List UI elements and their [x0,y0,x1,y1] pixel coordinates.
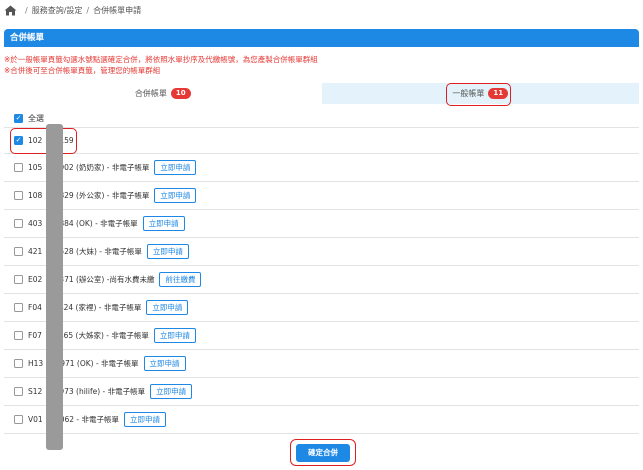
list-item[interactable]: V01 062 - 非電子帳單 立即申請 [4,406,639,434]
apply-ebill-button[interactable]: 立即申請 [146,300,189,315]
list-item[interactable]: 403 884 (OK) - 非電子帳單 立即申請 [4,210,639,238]
apply-ebill-button[interactable]: 立即申請 [123,412,166,427]
list-item[interactable]: F04 424 (家裡) - 非電子帳單 立即申請 [4,294,639,322]
apply-ebill-button[interactable]: 立即申請 [142,216,185,231]
panel-title: 合併帳單 [4,29,639,47]
apply-ebill-button[interactable]: 立即申請 [143,356,186,371]
list-item[interactable]: S12 973 (hilife) - 非電子帳單 立即申請 [4,378,639,406]
list-item[interactable]: E02 371 (辦公室) -尚有水費未繳 前往繳費 [4,266,639,294]
tab-bar: 合併帳單 10 一般帳單 11 [4,83,639,104]
apply-ebill-button[interactable]: 立即申請 [153,328,196,343]
account-checkbox[interactable] [14,219,23,228]
notice-line-2: ※合併後可至合併帳單頁籤，管理您的帳單群組 [4,66,161,75]
confirm-merge-button[interactable]: 確定合併 [296,443,350,462]
notice-line-1: ※於一般帳單頁籤勾選水號點選確定合併，將依照水單抄序及代繳帳號，為您產製合併帳單… [4,55,318,64]
account-list: ✓ 全選 ✓ 102 159 105 902 (奶奶家) - 非電子帳單 立即申請 … [4,110,639,434]
apply-ebill-button[interactable]: 立即申請 [154,160,197,175]
tab-label: 合併帳單 [134,89,167,98]
redaction-bar [46,124,63,450]
apply-ebill-button[interactable]: 立即申請 [150,384,193,399]
apply-ebill-button[interactable]: 立即申請 [146,244,189,259]
list-item[interactable]: 108 829 (外公家) - 非電子帳單 立即申請 [4,182,639,210]
account-checkbox[interactable] [14,303,23,312]
tab-label: 一般帳單 [452,89,485,98]
breadcrumb: / 服務查詢/設定 / 合併帳單申請 [4,2,141,18]
select-all-row[interactable]: ✓ 全選 [4,110,639,128]
tab-merged-bills[interactable]: 合併帳單 10 [4,83,322,104]
account-checkbox[interactable] [14,247,23,256]
account-checkbox[interactable] [14,387,23,396]
list-item[interactable]: 105 902 (奶奶家) - 非電子帳單 立即申請 [4,154,639,182]
account-checkbox[interactable] [14,275,23,284]
select-all-checkbox[interactable]: ✓ [14,114,23,123]
account-checkbox[interactable] [14,163,23,172]
breadcrumb-separator: / [86,5,90,15]
confirm-highlight-box: 確定合併 [290,439,356,466]
home-icon[interactable] [4,5,17,16]
notice-text: ※於一般帳單頁籤勾選水號點選確定合併，將依照水單抄序及代繳帳號，為您產製合併帳單… [4,54,639,76]
go-pay-button[interactable]: 前往繳費 [159,272,202,287]
account-label: 403 884 (OK) - 非電子帳單 [28,219,138,228]
account-label: V01 062 - 非電子帳單 [28,415,119,424]
account-checkbox[interactable] [14,415,23,424]
breadcrumb-item-current: 合併帳單申請 [93,5,142,15]
list-item[interactable]: ✓ 102 159 [4,128,639,154]
tab-general-bills[interactable]: 一般帳單 11 [321,83,639,104]
merge-bill-panel: 合併帳單 ※於一般帳單頁籤勾選水號點選確定合併，將依照水單抄序及代繳帳號，為您產… [4,29,639,434]
list-item[interactable]: F07 865 (大姊家) - 非電子帳單 立即申請 [4,322,639,350]
account-checkbox[interactable] [14,331,23,340]
breadcrumb-item-service[interactable]: 服務查詢/設定 [32,5,83,16]
list-item[interactable]: 421 528 (大妹) - 非電子帳單 立即申請 [4,238,639,266]
count-badge: 11 [488,88,509,99]
list-item[interactable]: H13 971 (OK) - 非電子帳單 立即申請 [4,350,639,378]
account-checkbox[interactable]: ✓ [14,136,23,145]
account-label: H13 971 (OK) - 非電子帳單 [28,359,139,368]
account-checkbox[interactable] [14,359,23,368]
select-all-label: 全選 [28,114,44,123]
count-badge: 10 [170,88,191,99]
apply-ebill-button[interactable]: 立即申請 [154,188,197,203]
account-checkbox[interactable] [14,191,23,200]
breadcrumb-separator: / [25,5,28,15]
account-label: F04 424 (家裡) - 非電子帳單 [28,303,142,312]
